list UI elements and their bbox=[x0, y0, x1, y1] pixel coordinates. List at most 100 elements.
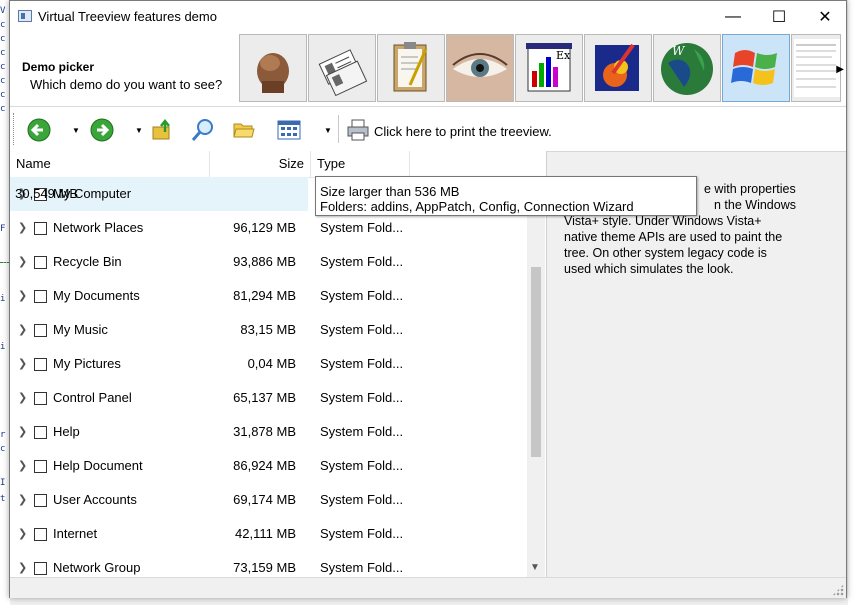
row-size: 73,159 MB bbox=[233, 560, 296, 575]
row-checkbox[interactable] bbox=[34, 426, 47, 439]
forward-dropdown-icon[interactable]: ▼ bbox=[135, 126, 143, 135]
tree-row[interactable]: ❯ Control Panel 65,137 MB System Fold... bbox=[10, 381, 526, 415]
row-size: 0,04 MB bbox=[247, 356, 296, 371]
print-label[interactable]: Click here to print the treeview. bbox=[374, 124, 552, 139]
forward-button[interactable] bbox=[89, 117, 115, 143]
properties-icon bbox=[318, 49, 368, 97]
chart-icon: Ex bbox=[526, 43, 572, 92]
size-grip[interactable] bbox=[832, 584, 844, 596]
demo-clipboard-button[interactable] bbox=[377, 34, 445, 102]
row-size: 30,549 MB bbox=[15, 186, 78, 201]
demo-speed-button[interactable] bbox=[239, 34, 307, 102]
row-size: 93,886 MB bbox=[233, 254, 296, 269]
row-checkbox[interactable] bbox=[34, 358, 47, 371]
toolbar-grip[interactable] bbox=[13, 113, 16, 145]
views-button[interactable] bbox=[277, 117, 301, 143]
tooltip-line-2: Folders: addins, AppPatch, Config, Conne… bbox=[320, 199, 634, 214]
row-checkbox[interactable] bbox=[34, 222, 47, 235]
minimize-button[interactable]: — bbox=[710, 1, 756, 32]
expand-chevron-icon[interactable]: ❯ bbox=[18, 357, 27, 370]
up-folder-button[interactable] bbox=[151, 117, 175, 143]
row-type: System Fold... bbox=[320, 526, 404, 541]
search-button[interactable] bbox=[191, 117, 215, 143]
tree-row[interactable]: ❯ Help Document 86,924 MB System Fold... bbox=[10, 449, 526, 483]
tree-row[interactable]: ❯ My Music 83,15 MB System Fold... bbox=[10, 313, 526, 347]
title-bar: Virtual Treeview features demo — ☐ ✕ bbox=[10, 1, 846, 32]
demo-globe-button[interactable]: W bbox=[653, 34, 721, 102]
column-name-header[interactable]: Name bbox=[10, 151, 210, 177]
tree-row[interactable]: ❯ Internet 42,111 MB System Fold... bbox=[10, 517, 526, 551]
main-window: Virtual Treeview features demo — ☐ ✕ Dem… bbox=[9, 0, 847, 598]
folders-button[interactable] bbox=[232, 117, 256, 143]
toolbar: ▼ ▼ ▼ Click here to print the treeview. bbox=[10, 107, 846, 152]
row-checkbox[interactable] bbox=[34, 562, 47, 575]
expand-chevron-icon[interactable]: ❯ bbox=[18, 255, 27, 268]
speed-demo-icon bbox=[257, 53, 289, 93]
row-checkbox[interactable] bbox=[34, 460, 47, 473]
tree-row[interactable]: ❯ Network Group 73,159 MB System Fold... bbox=[10, 551, 526, 577]
tree-row[interactable]: ❯ My Documents 81,294 MB System Fold... bbox=[10, 279, 526, 313]
column-type-header[interactable]: Type bbox=[311, 151, 410, 177]
row-checkbox[interactable] bbox=[34, 528, 47, 541]
row-name: Network Places bbox=[53, 220, 144, 235]
tree-row[interactable]: ❯ User Accounts 69,174 MB System Fold... bbox=[10, 483, 526, 517]
print-button[interactable] bbox=[346, 117, 370, 143]
row-type: System Fold... bbox=[320, 254, 404, 269]
row-checkbox[interactable] bbox=[34, 392, 47, 405]
demo-paint-button[interactable] bbox=[584, 34, 652, 102]
row-checkbox[interactable] bbox=[34, 290, 47, 303]
status-bar bbox=[10, 577, 846, 598]
row-name: Recycle Bin bbox=[53, 254, 122, 269]
tree-row[interactable]: ❯ Help 31,878 MB System Fold... bbox=[10, 415, 526, 449]
scroll-right-icon[interactable]: ▶ bbox=[836, 64, 844, 75]
expand-chevron-icon[interactable]: ❯ bbox=[18, 493, 27, 506]
tree-row[interactable]: ❯ My Pictures 0,04 MB System Fold... bbox=[10, 347, 526, 381]
expand-chevron-icon[interactable]: ❯ bbox=[18, 221, 27, 234]
expand-chevron-icon[interactable]: ❯ bbox=[18, 289, 27, 302]
demo-chart-button[interactable]: Ex bbox=[515, 34, 583, 102]
grid-view-icon bbox=[277, 120, 301, 140]
row-type: System Fold... bbox=[320, 424, 404, 439]
row-checkbox[interactable] bbox=[34, 324, 47, 337]
views-dropdown-icon[interactable]: ▼ bbox=[324, 126, 332, 135]
forward-arrow-icon bbox=[90, 118, 114, 142]
row-size: 96,129 MB bbox=[233, 220, 296, 235]
windows-icon bbox=[731, 50, 777, 85]
row-name: User Accounts bbox=[53, 492, 137, 507]
expand-chevron-icon[interactable]: ❯ bbox=[18, 527, 27, 540]
back-dropdown-icon[interactable]: ▼ bbox=[72, 126, 80, 135]
expand-chevron-icon[interactable]: ❯ bbox=[18, 561, 27, 574]
demo-document-button[interactable] bbox=[791, 34, 841, 102]
expand-chevron-icon[interactable]: ❯ bbox=[18, 391, 27, 404]
vertical-scrollbar[interactable]: ▼ bbox=[527, 177, 545, 577]
tree-row[interactable]: ❯ Recycle Bin 93,886 MB System Fold... bbox=[10, 245, 526, 279]
toolbar-separator bbox=[338, 115, 339, 143]
svg-text:Ex: Ex bbox=[556, 49, 571, 62]
expand-chevron-icon[interactable]: ❯ bbox=[18, 323, 27, 336]
close-button[interactable]: ✕ bbox=[802, 1, 848, 32]
back-arrow-icon bbox=[27, 118, 51, 142]
demo-windows-button[interactable] bbox=[722, 34, 790, 102]
row-size: 86,924 MB bbox=[233, 458, 296, 473]
demo-eye-button[interactable] bbox=[446, 34, 514, 102]
row-type: System Fold... bbox=[320, 390, 404, 405]
scrollbar-thumb[interactable] bbox=[531, 267, 541, 457]
demo-properties-button[interactable] bbox=[308, 34, 376, 102]
maximize-button[interactable]: ☐ bbox=[756, 1, 802, 32]
window-title: Virtual Treeview features demo bbox=[38, 9, 217, 24]
scroll-down-icon[interactable]: ▼ bbox=[530, 562, 540, 573]
back-button[interactable] bbox=[26, 117, 52, 143]
column-size-header[interactable]: Size bbox=[210, 151, 311, 177]
tree-row[interactable]: ❯ My Computer 30,549 MB bbox=[10, 177, 308, 211]
picker-title: Demo picker bbox=[22, 60, 95, 74]
expand-chevron-icon[interactable]: ❯ bbox=[18, 459, 27, 472]
document-icon bbox=[794, 39, 840, 97]
tree-row[interactable]: ❯ Network Places 96,129 MB System Fold... bbox=[10, 211, 526, 245]
tree-header: Name Size Type bbox=[10, 151, 546, 178]
description-line-6: used which simulates the look. bbox=[564, 262, 734, 276]
svg-text:W: W bbox=[672, 44, 686, 58]
row-checkbox[interactable] bbox=[34, 494, 47, 507]
demo-picker: Demo picker Which demo do you want to se… bbox=[10, 32, 846, 107]
expand-chevron-icon[interactable]: ❯ bbox=[18, 425, 27, 438]
row-checkbox[interactable] bbox=[34, 256, 47, 269]
